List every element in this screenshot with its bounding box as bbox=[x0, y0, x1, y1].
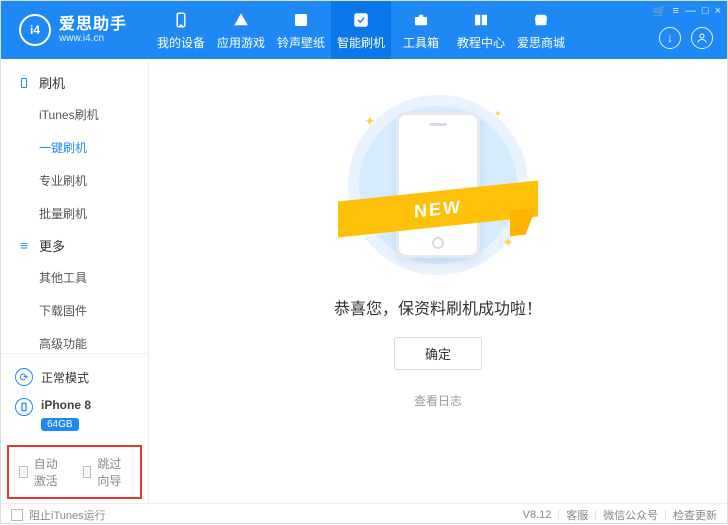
star-icon: ✦ bbox=[364, 113, 376, 130]
cart-icon[interactable]: 🛒 bbox=[653, 5, 667, 18]
new-ribbon: NEW bbox=[338, 191, 538, 227]
block-itunes-checkbox[interactable] bbox=[11, 509, 23, 521]
wallpaper-icon bbox=[291, 10, 311, 30]
book-icon bbox=[471, 10, 491, 30]
sidebar-section-flash: 刷机 bbox=[1, 67, 148, 98]
sidebar: 刷机 iTunes刷机 一键刷机 专业刷机 批量刷机 ≡ 更多 其他工具 下载固… bbox=[1, 59, 149, 503]
result-message: 恭喜您，保资料刷机成功啦！ bbox=[334, 295, 542, 319]
sidebar-item-pro-flash[interactable]: 专业刷机 bbox=[39, 164, 148, 197]
logo-icon: i4 bbox=[19, 14, 51, 46]
mode-label: 正常模式 bbox=[41, 369, 89, 386]
window-controls: 🛒 ≡ — □ × bbox=[653, 1, 721, 22]
auto-activate-checkbox[interactable] bbox=[19, 466, 28, 478]
sidebar-item-advanced[interactable]: 高级功能 bbox=[39, 327, 148, 353]
success-illustration: ✦ ✦ ✦ NEW bbox=[348, 95, 528, 275]
nav-flash[interactable]: 智能刷机 bbox=[331, 1, 391, 59]
sidebar-item-itunes-flash[interactable]: iTunes刷机 bbox=[39, 98, 148, 131]
sidebar-item-batch-flash[interactable]: 批量刷机 bbox=[39, 197, 148, 230]
app-logo: i4 爱思助手 www.i4.cn bbox=[1, 14, 145, 46]
download-button[interactable]: ↓ bbox=[659, 27, 681, 49]
mode-indicator[interactable]: ⟳ 正常模式 bbox=[11, 362, 138, 392]
sidebar-item-other-tools[interactable]: 其他工具 bbox=[39, 261, 148, 294]
flash-icon bbox=[351, 10, 371, 30]
app-header: i4 爱思助手 www.i4.cn 我的设备 应用游戏 铃声壁纸 智能刷机 工具… bbox=[1, 1, 727, 59]
user-button[interactable] bbox=[691, 27, 713, 49]
sidebar-section-title: 更多 bbox=[39, 236, 65, 255]
sidebar-section-title: 刷机 bbox=[39, 73, 65, 92]
auto-activate-label: 自动激活 bbox=[34, 455, 67, 489]
store-icon bbox=[531, 10, 551, 30]
support-link[interactable]: 客服 bbox=[566, 507, 588, 523]
more-icon: ≡ bbox=[17, 238, 31, 253]
star-icon: ✦ bbox=[502, 234, 514, 251]
nav-label: 应用游戏 bbox=[217, 34, 265, 51]
header-right: ↓ bbox=[659, 27, 713, 49]
app-url: www.i4.cn bbox=[59, 33, 127, 44]
device-icon bbox=[17, 76, 31, 90]
apps-icon bbox=[231, 10, 251, 30]
nav-toolbox[interactable]: 工具箱 bbox=[391, 1, 451, 59]
skip-guide-checkbox[interactable] bbox=[83, 466, 92, 478]
nav-label: 工具箱 bbox=[403, 34, 439, 51]
block-itunes-label: 阻止iTunes运行 bbox=[29, 507, 106, 523]
phone-icon bbox=[171, 10, 191, 30]
options-row: 自动激活 跳过向导 bbox=[7, 445, 142, 499]
nav-label: 我的设备 bbox=[157, 34, 205, 51]
nav-store[interactable]: 爱思商城 bbox=[511, 1, 571, 59]
view-log-link[interactable]: 查看日志 bbox=[414, 392, 462, 409]
nav-my-device[interactable]: 我的设备 bbox=[151, 1, 211, 59]
star-icon: ✦ bbox=[494, 109, 502, 120]
wechat-link[interactable]: 微信公众号 bbox=[603, 507, 658, 523]
minimize-button[interactable]: — bbox=[685, 5, 696, 18]
toolbox-icon bbox=[411, 10, 431, 30]
maximize-button[interactable]: □ bbox=[702, 5, 709, 18]
device-name: iPhone 8 bbox=[41, 398, 91, 412]
nav-label: 智能刷机 bbox=[337, 34, 385, 51]
main-nav: 我的设备 应用游戏 铃声壁纸 智能刷机 工具箱 教程中心 爱思商城 bbox=[151, 1, 571, 59]
version-label: V8.12 bbox=[523, 509, 552, 521]
sidebar-item-oneclick-flash[interactable]: 一键刷机 bbox=[39, 131, 148, 164]
phone-graphic bbox=[396, 112, 480, 258]
main-content: ✦ ✦ ✦ NEW 恭喜您，保资料刷机成功啦！ 确定 查看日志 bbox=[149, 59, 727, 503]
device-phone-icon bbox=[15, 398, 33, 416]
menu-icon[interactable]: ≡ bbox=[672, 5, 678, 18]
skip-guide-label: 跳过向导 bbox=[97, 455, 130, 489]
nav-label: 爱思商城 bbox=[517, 34, 565, 51]
sidebar-item-download-firmware[interactable]: 下载固件 bbox=[39, 294, 148, 327]
storage-badge: 64GB bbox=[41, 418, 79, 431]
check-update-link[interactable]: 检查更新 bbox=[673, 507, 717, 523]
close-button[interactable]: × bbox=[715, 5, 721, 18]
nav-label: 教程中心 bbox=[457, 34, 505, 51]
nav-tutorials[interactable]: 教程中心 bbox=[451, 1, 511, 59]
nav-label: 铃声壁纸 bbox=[277, 34, 325, 51]
sidebar-section-more: ≡ 更多 bbox=[1, 230, 148, 261]
nav-apps[interactable]: 应用游戏 bbox=[211, 1, 271, 59]
status-bar: 阻止iTunes运行 V8.12 | 客服 | 微信公众号 | 检查更新 bbox=[1, 503, 727, 525]
nav-ringtones[interactable]: 铃声壁纸 bbox=[271, 1, 331, 59]
ok-button[interactable]: 确定 bbox=[394, 337, 482, 370]
refresh-icon: ⟳ bbox=[15, 368, 33, 386]
app-title: 爱思助手 bbox=[59, 16, 127, 34]
device-indicator[interactable]: iPhone 8 64GB bbox=[11, 392, 138, 437]
